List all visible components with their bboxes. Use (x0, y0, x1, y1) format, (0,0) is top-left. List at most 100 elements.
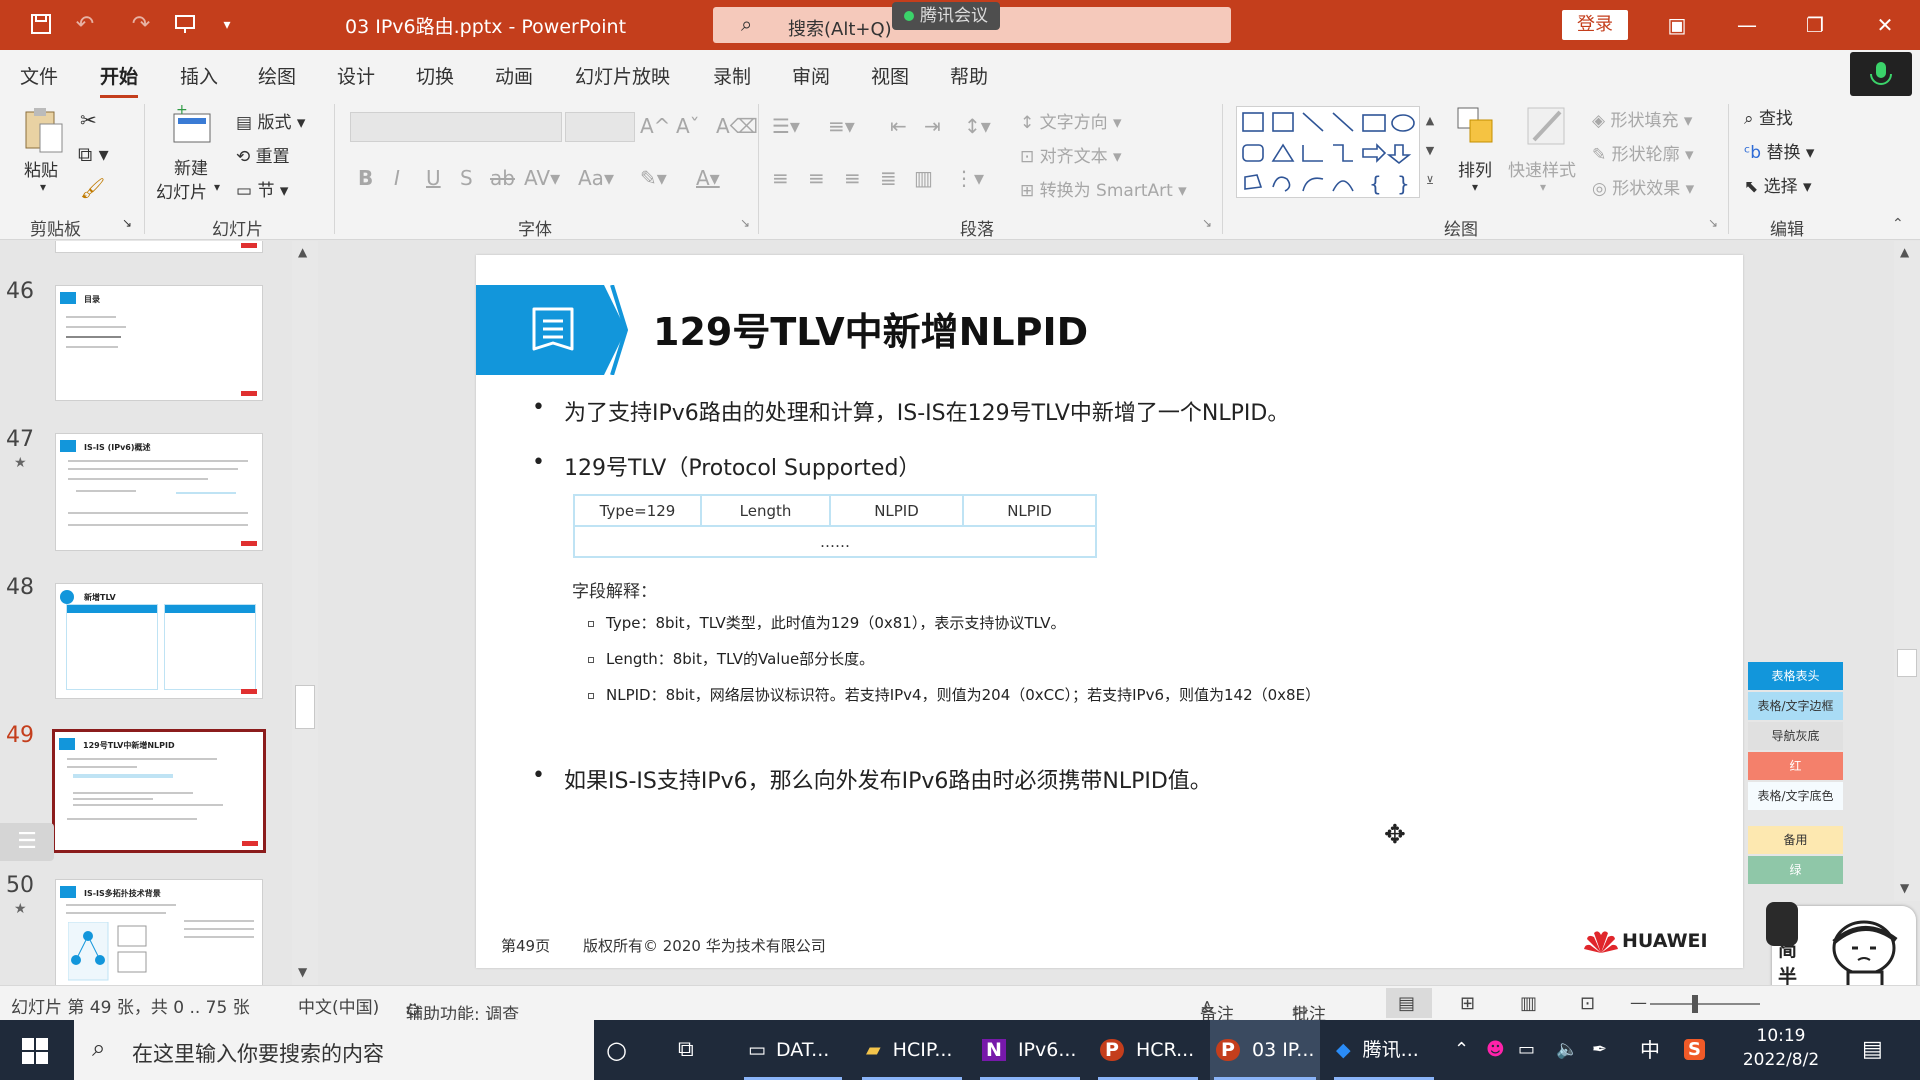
login-button[interactable]: 登录 (1562, 10, 1628, 40)
font-size-increase-icon[interactable]: A^ (640, 114, 670, 138)
redo-icon[interactable]: ↷ (128, 12, 154, 38)
tab-draw[interactable]: 绘图 (258, 62, 296, 89)
shape-outline-button[interactable]: ✎ 形状轮廓 ▾ (1592, 140, 1694, 165)
tab-help[interactable]: 帮助 (950, 62, 988, 89)
customize-toolbar-icon[interactable]: ▾ (214, 12, 240, 38)
slide-thumbnail-48[interactable]: 新增TLV (55, 583, 263, 699)
reading-view-icon[interactable]: ▥ (1520, 993, 1537, 1014)
palette-swatch[interactable]: 表格/文字边框 (1748, 692, 1843, 720)
arrange-dropdown-icon[interactable]: ▾ (1472, 180, 1478, 194)
tray-expand-icon[interactable]: ⌃ (1454, 1020, 1469, 1080)
italic-icon[interactable]: I (394, 166, 400, 190)
align-text-button[interactable]: ⊡ 对齐文本 ▾ (1020, 142, 1122, 167)
copy-icon[interactable]: ⧉ ▾ (78, 142, 109, 166)
collapse-ribbon-icon[interactable]: ⌃ (1892, 216, 1904, 232)
font-launcher-icon[interactable]: ↘ (740, 216, 750, 230)
taskbar-app-hcip[interactable]: ▰ HCIP... (858, 1020, 966, 1080)
smartart-button[interactable]: ⊞ 转换为 SmartArt ▾ (1020, 176, 1187, 201)
align-left-icon[interactable]: ≡ (772, 166, 789, 190)
replace-button[interactable]: ᶜb 替换 ▾ (1744, 138, 1814, 163)
text-direction-button[interactable]: ↕ 文字方向 ▾ (1020, 108, 1122, 133)
scroll-down-icon[interactable]: ▼ (1900, 881, 1909, 895)
tab-transitions[interactable]: 切换 (416, 62, 454, 89)
highlight-icon[interactable]: ✎▾ (640, 166, 667, 190)
strikethrough-icon[interactable]: ab (490, 166, 515, 190)
palette-swatch[interactable]: 绿 (1748, 856, 1843, 884)
minimize-icon[interactable]: — (1732, 10, 1762, 40)
field-item-type[interactable]: Type：8bit，TLV类型，此时值为129（0x81），表示支持协议TLV。 (588, 612, 1065, 633)
palette-swatch[interactable]: 表格/文字底色 (1748, 782, 1843, 810)
tab-insert[interactable]: 插入 (180, 62, 218, 89)
reset-button[interactable]: ⟲ 重置 (236, 142, 290, 167)
palette-swatch[interactable]: 表格表头 (1748, 662, 1843, 690)
cortana-icon[interactable]: ○ (606, 1020, 627, 1080)
line-spacing-icon[interactable]: ↕▾ (964, 114, 991, 138)
find-button[interactable]: ⌕ 查找 (1744, 104, 1793, 129)
tray-app-icon[interactable]: ☻ (1486, 1020, 1505, 1080)
editor-scrollbar[interactable]: ▲ ▼ (1894, 241, 1920, 901)
slide-thumbnail-47[interactable]: IS-IS (IPv6)概述 (55, 433, 263, 551)
palette-swatch[interactable]: 备用 (1748, 826, 1843, 854)
taskbar-app-ppt-active[interactable]: P 03 IP... (1210, 1020, 1320, 1080)
tab-record[interactable]: 录制 (713, 62, 751, 89)
tab-file[interactable]: 文件 (20, 62, 58, 89)
ribbon-display-icon[interactable]: ▣ (1662, 10, 1692, 40)
slide-thumbnail-46[interactable]: 目录 (55, 285, 263, 401)
quick-styles-button[interactable]: 快速样式 (1508, 156, 1576, 181)
notifications-icon[interactable]: ▤ (1862, 1020, 1883, 1080)
meeting-indicator[interactable]: 腾讯会议 (892, 2, 1000, 30)
tab-review[interactable]: 审阅 (792, 62, 830, 89)
scroll-up-icon[interactable]: ▲ (298, 245, 307, 259)
change-case-icon[interactable]: Aa▾ (578, 166, 614, 190)
tlv-table[interactable]: Type=129 Length NLPID NLPID …… (573, 494, 1097, 558)
volume-icon[interactable]: 🔈 (1556, 1020, 1578, 1080)
pen-icon[interactable]: ✒ (1592, 1020, 1607, 1080)
bold-icon[interactable]: B (358, 166, 373, 190)
shapes-gallery-scroll[interactable]: ▲ ▼ ⊻ (1422, 106, 1438, 198)
cut-icon[interactable]: ✂ (80, 108, 97, 132)
restore-icon[interactable]: ❐ (1800, 10, 1830, 40)
slide-thumbnail-50[interactable]: IS-IS多拓扑技术背景 (55, 879, 263, 985)
field-item-length[interactable]: Length：8bit，TLV的Value部分长度。 (588, 648, 874, 669)
language-status[interactable]: 中文(中国) (298, 993, 379, 1018)
task-view-icon[interactable]: ⧉ (678, 1020, 694, 1080)
taskbar-app-tencent-meeting[interactable]: ◆ 腾讯... (1330, 1020, 1438, 1080)
field-item-nlpid[interactable]: NLPID：8bit，网络层协议标识符。若支持IPv4，则值为204（0xCC）… (588, 684, 1320, 705)
clear-formatting-icon[interactable]: A⌫ (716, 114, 758, 138)
columns-icon[interactable]: ▥ (914, 166, 933, 190)
palette-swatch[interactable]: 红 (1748, 752, 1843, 780)
font-color-icon[interactable]: A▾ (696, 166, 720, 190)
slide-canvas[interactable]: 129号TLV中新增NLPID • 为了支持IPv6路由的处理和计算，IS-IS在… (476, 255, 1743, 968)
section-button[interactable]: ▭ 节 ▾ (236, 176, 288, 201)
clipboard-launcher-icon[interactable]: ↘ (122, 216, 132, 230)
close-icon[interactable]: ✕ (1870, 10, 1900, 40)
taskbar-app-ppt-hcr[interactable]: P HCR... (1094, 1020, 1202, 1080)
save-icon[interactable] (28, 12, 54, 38)
format-painter-icon[interactable]: 🖌 (80, 176, 105, 200)
windows-start-icon[interactable] (22, 1038, 48, 1064)
zoom-slider[interactable] (1650, 1003, 1760, 1005)
shadow-icon[interactable]: S (460, 166, 473, 190)
new-slide-dropdown-icon[interactable]: ▾ (214, 180, 220, 194)
zoom-out-icon[interactable]: — (1630, 993, 1647, 1013)
paste-dropdown-icon[interactable]: ▾ (40, 180, 46, 194)
decrease-indent-icon[interactable]: ⇤ (890, 114, 907, 138)
zoom-slider-thumb[interactable] (1692, 995, 1698, 1013)
quick-styles-icon[interactable] (1524, 104, 1568, 148)
font-size-decrease-icon[interactable]: Aˇ (676, 114, 700, 138)
tab-home[interactable]: 开始 (100, 62, 139, 98)
slide-thumbnail-49-selected[interactable]: 129号TLV中新增NLPID (52, 729, 266, 853)
outline-toggle-icon[interactable]: ☰ (0, 823, 54, 861)
new-slide-button-line1[interactable]: 新建 (174, 154, 208, 179)
paste-icon[interactable] (22, 106, 66, 153)
thumbnail-scrollbar[interactable]: ▲ ▼ (292, 241, 318, 985)
battery-icon[interactable]: ▭ (1518, 1020, 1535, 1080)
present-icon[interactable] (172, 12, 198, 38)
paste-button[interactable]: 粘贴 (24, 156, 58, 181)
align-center-icon[interactable]: ≡ (808, 166, 825, 190)
mic-floating-button[interactable] (1850, 52, 1912, 96)
sogou-ime-icon[interactable]: S (1684, 1020, 1705, 1080)
font-size-dropdown[interactable] (565, 112, 635, 142)
scroll-down-icon[interactable]: ▼ (298, 965, 307, 979)
quick-styles-dropdown-icon[interactable]: ▾ (1540, 180, 1546, 194)
